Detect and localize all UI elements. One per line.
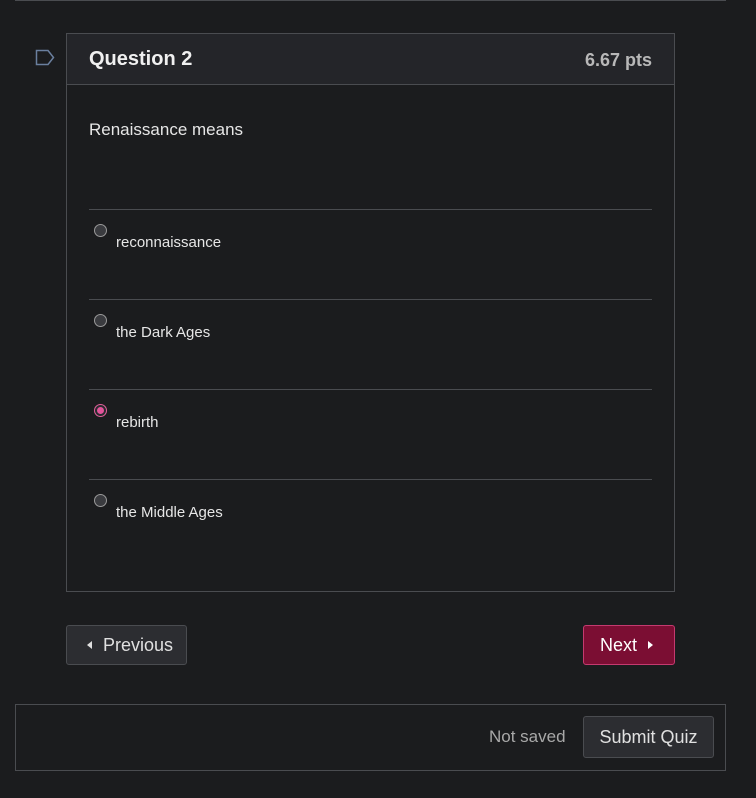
submit-quiz-button[interactable]: Submit Quiz bbox=[583, 716, 714, 758]
question-card: Question 2 6.67 pts Renaissance means re… bbox=[66, 33, 675, 592]
answer-radio[interactable] bbox=[94, 314, 107, 327]
question-title: Question 2 bbox=[89, 48, 193, 70]
flag-question-icon[interactable] bbox=[35, 49, 55, 66]
answer-option-4[interactable]: the Middle Ages bbox=[89, 479, 652, 569]
answer-label: rebirth bbox=[116, 414, 159, 431]
question-header: Question 2 6.67 pts bbox=[67, 34, 674, 85]
answer-label: reconnaissance bbox=[116, 234, 222, 251]
answer-option-3[interactable]: rebirth bbox=[89, 389, 652, 479]
answer-radio-selected[interactable] bbox=[94, 404, 107, 417]
answer-option-2[interactable]: the Dark Ages bbox=[89, 299, 652, 389]
answer-option-1[interactable]: reconnaissance bbox=[89, 209, 652, 299]
answer-list: reconnaissance the Dark Ages rebirth the… bbox=[89, 209, 652, 569]
answer-radio[interactable] bbox=[94, 224, 107, 237]
previous-button-label: Previous bbox=[103, 634, 174, 655]
previous-button[interactable]: Previous bbox=[66, 625, 187, 665]
question-points: 6.67 pts bbox=[584, 50, 652, 70]
next-button-label: Next bbox=[600, 634, 638, 655]
answer-label: the Middle Ages bbox=[116, 504, 223, 521]
answer-radio[interactable] bbox=[94, 494, 107, 507]
answer-label: the Dark Ages bbox=[116, 324, 211, 341]
question-text: Renaissance means bbox=[89, 120, 244, 139]
save-status: Not saved bbox=[489, 727, 566, 746]
next-button[interactable]: Next bbox=[583, 625, 675, 665]
caret-left-icon bbox=[87, 641, 92, 649]
top-divider bbox=[15, 0, 726, 1]
quiz-footer: Not saved Submit Quiz bbox=[15, 704, 726, 771]
caret-right-icon bbox=[648, 641, 654, 649]
